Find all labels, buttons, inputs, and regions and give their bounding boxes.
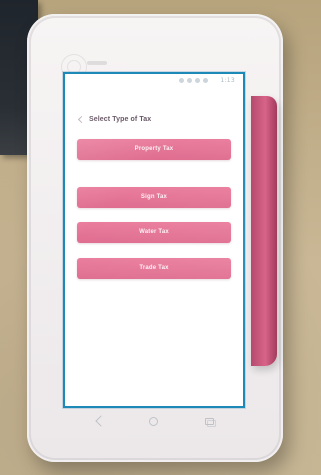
status-dot-icon <box>179 78 184 83</box>
status-bar: 1:13 <box>65 74 243 87</box>
screen-header: Select Type of Tax <box>77 116 151 123</box>
page-title: Select Type of Tax <box>89 116 152 123</box>
photo-scene: 1:13 Select Type of Tax Property Tax Sig… <box>0 0 321 475</box>
status-dot-icon <box>203 78 208 83</box>
brand-logo-text <box>87 61 107 65</box>
status-icons <box>179 78 208 83</box>
back-icon[interactable] <box>97 417 105 425</box>
status-dot-icon <box>187 78 192 83</box>
status-dot-icon <box>195 78 200 83</box>
status-time: 1:13 <box>220 77 235 84</box>
device-side-stripe <box>251 96 277 366</box>
recent-apps-icon[interactable] <box>204 417 216 427</box>
sign-tax-button[interactable]: Sign Tax <box>77 187 231 208</box>
back-icon[interactable] <box>77 116 84 123</box>
home-icon[interactable] <box>148 417 158 427</box>
trade-tax-button[interactable]: Trade Tax <box>77 258 231 279</box>
device-screen: 1:13 Select Type of Tax Property Tax Sig… <box>63 72 245 408</box>
property-tax-button[interactable]: Property Tax <box>77 139 231 160</box>
water-tax-button[interactable]: Water Tax <box>77 222 231 243</box>
device-nav-bar <box>62 410 245 436</box>
